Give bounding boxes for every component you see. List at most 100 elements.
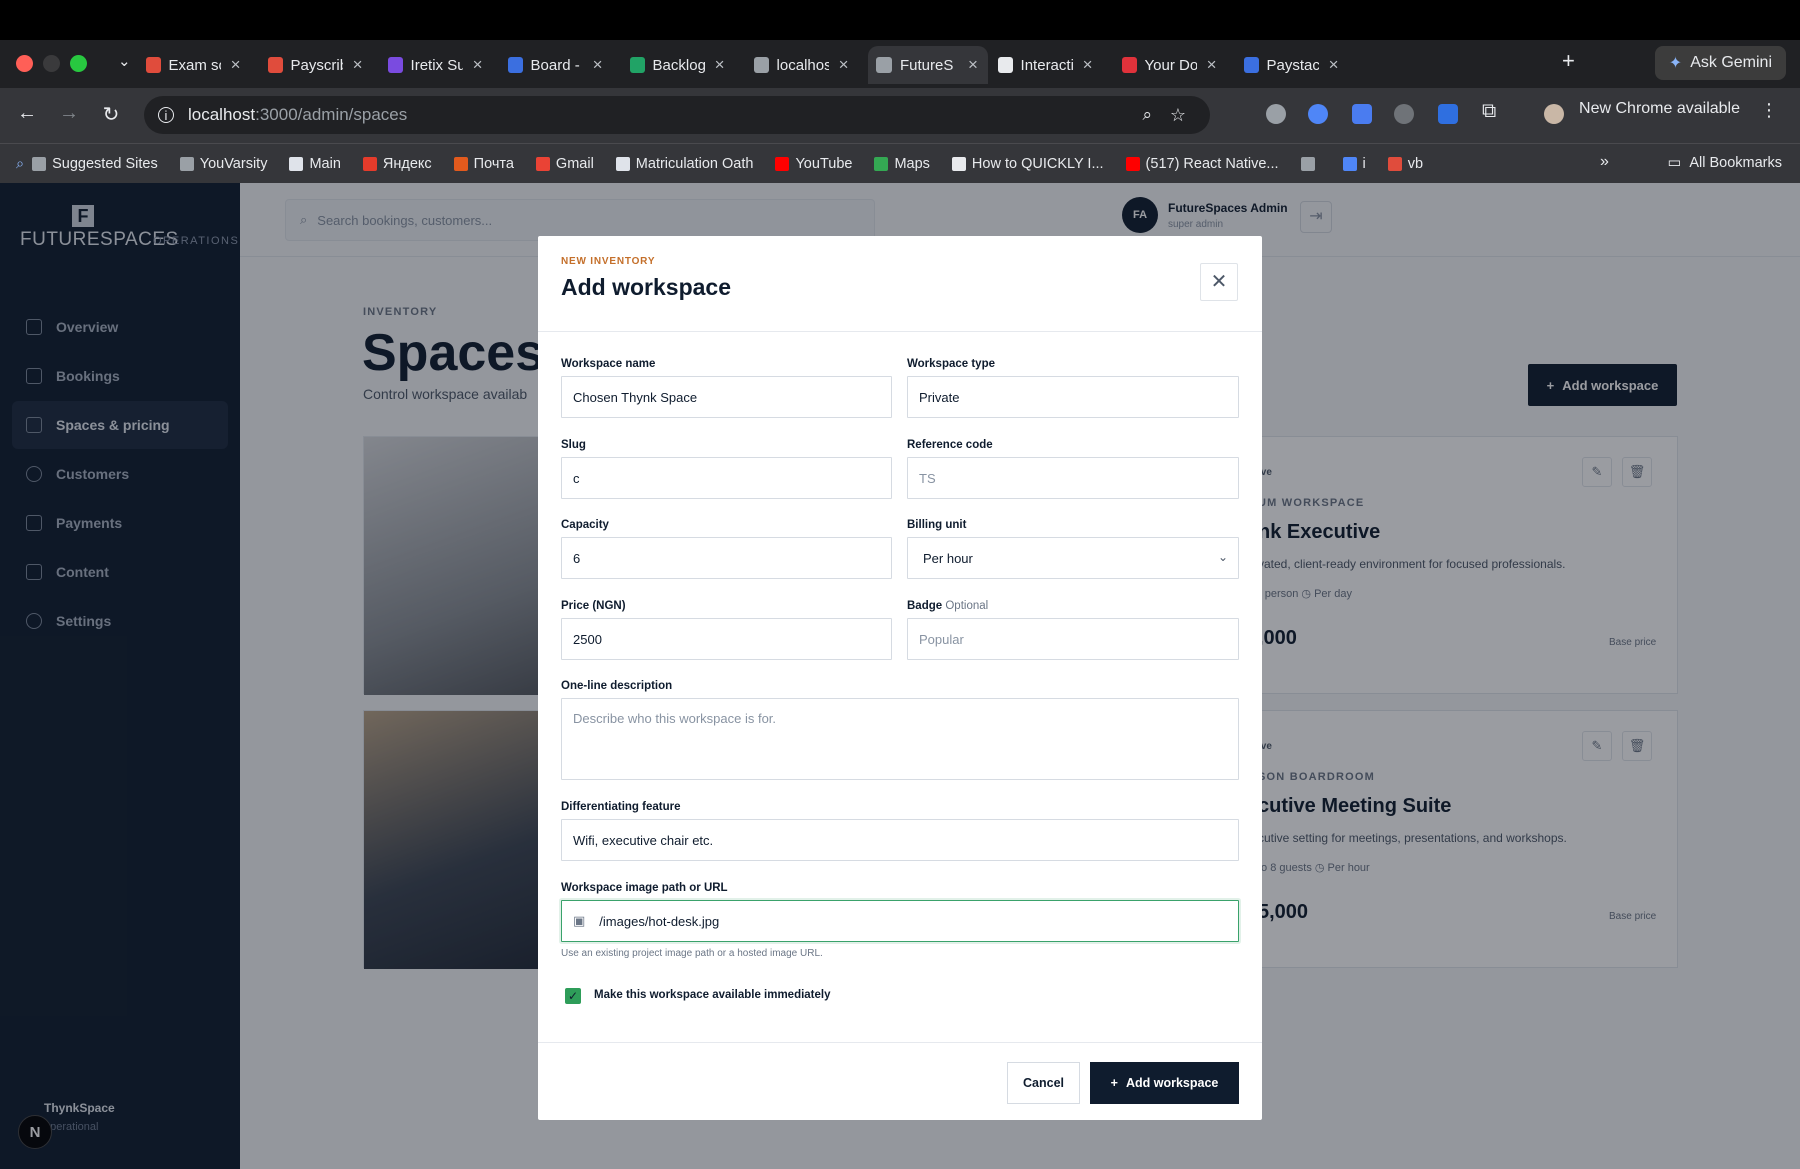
bookmark-label: Gmail	[555, 155, 594, 172]
image-icon: ▣	[573, 913, 586, 928]
minimize-window-button[interactable]	[43, 55, 60, 72]
extension-icon[interactable]	[1308, 104, 1328, 124]
slug-input[interactable]: c	[561, 457, 892, 499]
bookmark-item[interactable]: Matriculation Oath	[615, 156, 753, 172]
price-input[interactable]: 2500	[561, 618, 892, 660]
bookmark-favicon-icon	[289, 156, 304, 171]
bookmark-item[interactable]: Яндекс	[362, 156, 432, 172]
image-path-value: /images/hot-desk.jpg	[599, 913, 720, 929]
browser-tab[interactable]: Backlog ×	[622, 46, 734, 84]
extension-icon[interactable]	[1266, 104, 1286, 124]
description-textarea[interactable]: Describe who this workspace is for.	[561, 698, 1239, 780]
reload-icon[interactable]: ↻	[98, 102, 124, 127]
close-tab-icon[interactable]: ×	[471, 55, 484, 75]
workspace-type-input[interactable]: Private	[907, 376, 1239, 418]
app-viewport: F FUTURESPACES OPERATIONS Overview Booki…	[0, 183, 1800, 1169]
tab-favicon-icon	[146, 57, 161, 73]
billing-unit-select[interactable]: Per hour ⌄	[907, 537, 1239, 579]
browser-tab[interactable]: Payscrib ×	[260, 46, 372, 84]
menu-kebab-icon[interactable]: ⋮	[1760, 100, 1778, 121]
bookmarks-bar: ⌕ Suggested Sites YouVarsity Main Яндекс Поч…	[0, 143, 1800, 183]
back-icon[interactable]: ←	[14, 102, 40, 125]
new-chrome-available-button[interactable]: New Chrome available	[1579, 100, 1740, 118]
badge-label-text: Badge	[907, 600, 943, 612]
bookmark-item[interactable]: (517) React Native...	[1125, 156, 1279, 172]
tab-search-icon[interactable]: ⌄	[118, 52, 131, 70]
bookmark-label: Suggested Sites	[52, 155, 158, 172]
browser-tab[interactable]: Paystac ×	[1236, 46, 1348, 84]
bookmark-item[interactable]: i	[1342, 156, 1366, 172]
workspace-type-label: Workspace type	[907, 358, 995, 370]
browser-tab[interactable]: Board - ×	[500, 46, 612, 84]
bookmark-label: vb	[1407, 155, 1424, 172]
bookmark-star-icon[interactable]: ☆	[1170, 105, 1186, 126]
bookmark-item[interactable]: YouVarsity	[179, 156, 267, 172]
extensions-puzzle-icon[interactable]: ⧉	[1482, 100, 1496, 123]
capacity-input[interactable]: 6	[561, 537, 892, 579]
available-checkbox[interactable]: ✓	[565, 988, 581, 1004]
all-bookmarks[interactable]: ▭ All Bookmarks	[1668, 155, 1782, 171]
tab-label: FutureS	[900, 56, 954, 74]
bookmark-favicon-icon	[874, 156, 889, 171]
browser-tab[interactable]: Iretix Su ×	[380, 46, 492, 84]
dialog-title: Add workspace	[561, 274, 731, 300]
browser-tab[interactable]: Exam so ×	[138, 46, 250, 84]
bookmark-item[interactable]: Suggested Sites	[32, 156, 158, 172]
forward-icon[interactable]: →	[56, 102, 82, 125]
url-path: :3000/admin/spaces	[255, 105, 408, 124]
bookmark-item[interactable]: How to QUICKLY I...	[951, 156, 1104, 172]
capacity-label: Capacity	[561, 519, 609, 531]
close-tab-icon[interactable]: ×	[351, 55, 364, 75]
image-path-help: Use an existing project image path or a …	[561, 948, 823, 959]
extension-icon[interactable]	[1352, 104, 1372, 124]
reference-code-input[interactable]: TS	[907, 457, 1239, 499]
browser-tab[interactable]: Your Do ×	[1114, 46, 1226, 84]
bookmark-item[interactable]: Gmail	[535, 155, 594, 172]
bookmark-favicon-icon	[362, 156, 377, 171]
close-window-button[interactable]	[16, 55, 33, 72]
submit-add-workspace-button[interactable]: + Add workspace	[1090, 1062, 1239, 1104]
close-icon[interactable]: ✕	[1200, 263, 1238, 301]
bookmark-favicon-icon	[453, 156, 468, 171]
close-tab-icon[interactable]: ×	[229, 55, 242, 75]
feature-input[interactable]: Wifi, executive chair etc.	[561, 819, 1239, 861]
profile-avatar[interactable]	[1544, 104, 1564, 124]
close-tab-icon[interactable]: ×	[713, 55, 726, 75]
bookmark-item[interactable]: Main	[289, 156, 341, 172]
close-tab-icon[interactable]: ×	[1327, 55, 1340, 75]
workspace-name-input[interactable]: Chosen Thynk Space	[561, 376, 892, 418]
address-bar[interactable]: i localhost:3000/admin/spaces ⌕ ☆	[144, 96, 1210, 134]
maximize-window-button[interactable]	[70, 55, 87, 72]
close-tab-icon[interactable]: ×	[591, 55, 604, 75]
extension-icon[interactable]	[1394, 104, 1414, 124]
cancel-button[interactable]: Cancel	[1007, 1062, 1080, 1104]
close-tab-icon[interactable]: ×	[1205, 55, 1218, 75]
image-path-input[interactable]: ▣ /images/hot-desk.jpg	[561, 900, 1239, 942]
bookmark-favicon-icon	[615, 156, 630, 171]
new-tab-button[interactable]: +	[1562, 48, 1575, 74]
tab-label: Exam so	[168, 56, 222, 74]
browser-tab[interactable]: Interacti ×	[990, 46, 1102, 84]
site-info-icon[interactable]: i	[158, 107, 174, 123]
bookmark-item[interactable]: vb	[1387, 155, 1424, 172]
available-label: Make this workspace available immediatel…	[594, 989, 831, 1001]
tab-label: Board -	[530, 56, 580, 74]
more-bookmarks-icon[interactable]: »	[1600, 153, 1609, 171]
bookmark-item[interactable]	[1300, 156, 1321, 171]
browser-tab[interactable]: FutureS ×	[868, 46, 988, 84]
tab-favicon-icon	[508, 57, 523, 73]
workspace-name-label: Workspace name	[561, 358, 656, 370]
browser-tab[interactable]: localhos ×	[746, 46, 858, 84]
zoom-icon[interactable]: ⌕	[1142, 105, 1152, 125]
bookmark-item[interactable]: Почта	[453, 156, 514, 172]
bookmark-item[interactable]: Maps	[874, 156, 930, 172]
close-tab-icon[interactable]: ×	[837, 55, 850, 75]
ask-gemini-button[interactable]: ✦ Ask Gemini	[1654, 46, 1786, 80]
bookmark-favicon-icon	[32, 156, 47, 171]
close-tab-icon[interactable]: ×	[966, 55, 980, 75]
submit-label: Add workspace	[1125, 1076, 1219, 1090]
bookmark-item[interactable]: YouTube	[775, 156, 852, 172]
extension-icon[interactable]	[1438, 104, 1458, 124]
close-tab-icon[interactable]: ×	[1081, 55, 1094, 75]
badge-input[interactable]: Popular	[907, 618, 1239, 660]
